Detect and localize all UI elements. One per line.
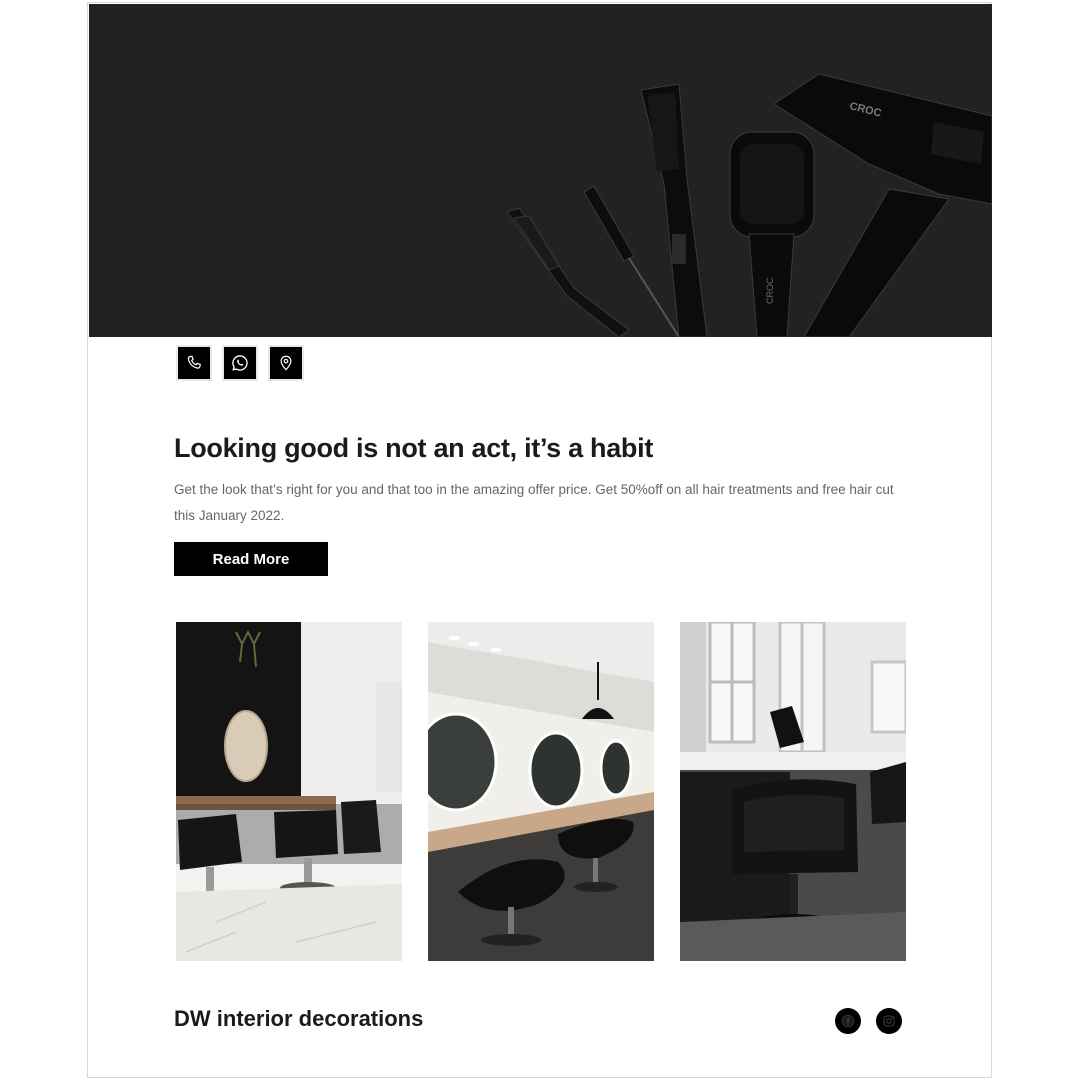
whatsapp-button[interactable]: [222, 345, 258, 381]
hair-tools-image: CROC CROC: [506, 73, 992, 337]
instagram-link[interactable]: [876, 1008, 902, 1034]
page-title: Looking good is not an act, it’s a habit: [174, 433, 654, 463]
hero-banner: CROC CROC: [89, 4, 992, 337]
whatsapp-icon: [232, 355, 248, 371]
brush-brand-text: CROC: [765, 277, 775, 304]
facebook-link[interactable]: [835, 1008, 861, 1034]
salon-photo-2: [428, 622, 654, 961]
footer-title: DW interior decorations: [174, 1006, 424, 1031]
description-text: Get the look that’s right for you and th…: [174, 482, 894, 523]
location-button[interactable]: [268, 345, 304, 381]
read-more-button[interactable]: Read More: [174, 542, 328, 576]
paddle-brush: CROC: [729, 131, 815, 337]
facebook-icon: [841, 1014, 855, 1028]
salon-photo-1: [176, 622, 402, 961]
phone-icon: [187, 355, 201, 369]
instagram-icon: [883, 1015, 895, 1027]
page-card: CROC CROC Looking good is not an act, it…: [87, 2, 992, 1078]
location-pin-icon: [280, 355, 292, 371]
salon-photo-3: [680, 622, 906, 961]
straightener: [640, 83, 708, 337]
phone-button[interactable]: [176, 345, 212, 381]
